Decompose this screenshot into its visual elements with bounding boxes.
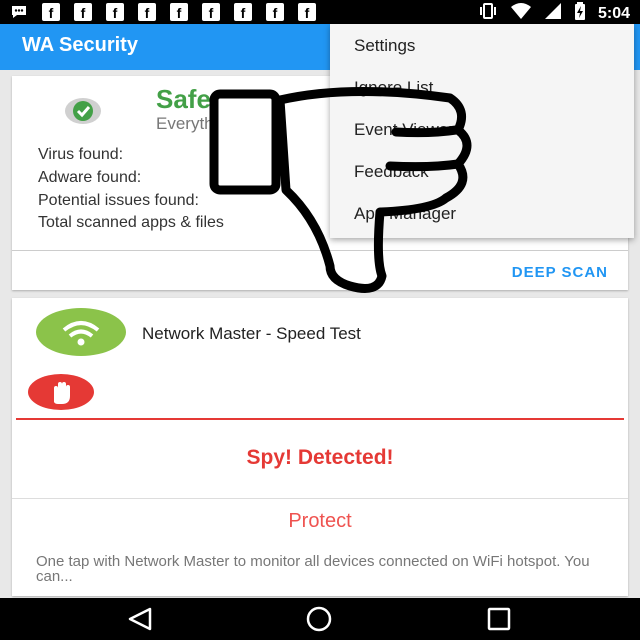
deep-scan-button[interactable]: DEEP SCAN (512, 264, 608, 281)
notification-icons: f f f f f f f f f (10, 3, 316, 21)
menu-item-ignore-list[interactable]: Ignore List (354, 78, 433, 98)
messages-icon (10, 3, 28, 21)
card-divider (12, 498, 628, 499)
facebook-icon: f (234, 3, 252, 21)
home-icon[interactable] (304, 606, 334, 637)
wifi-icon (510, 2, 532, 25)
menu-item-feedback[interactable]: Feedback (354, 162, 429, 182)
facebook-icon: f (42, 3, 60, 21)
threat-app-name: Network Master - Speed Test (142, 324, 361, 343)
facebook-icon: f (106, 3, 124, 21)
scan-status-title: Safe (156, 84, 211, 114)
overflow-menu: Settings Ignore List Event Viewer Feedba… (330, 24, 634, 238)
facebook-icon: f (138, 3, 156, 21)
scan-status-subtitle: Everything is OK (156, 114, 283, 133)
card-divider (12, 250, 628, 251)
status-bar: f f f f f f f f f 5:04 (0, 0, 640, 24)
app-title: WA Security (22, 34, 138, 56)
facebook-icon: f (74, 3, 92, 21)
safe-check-icon (64, 96, 102, 126)
facebook-icon: f (298, 3, 316, 21)
back-icon[interactable] (126, 606, 154, 637)
recent-apps-icon[interactable] (486, 606, 512, 637)
alert-divider (16, 418, 624, 420)
virus-found-label: Virus found: (38, 146, 124, 163)
system-icons: 5:04 (478, 2, 630, 25)
spy-detected-alert: Spy! Detected! (246, 446, 394, 469)
facebook-icon: f (170, 3, 188, 21)
menu-item-event-viewer[interactable]: Event Viewer (354, 120, 454, 140)
cell-signal-icon (544, 2, 562, 25)
facebook-icon: f (202, 3, 220, 21)
battery-icon (574, 2, 586, 25)
adware-found-label: Adware found: (38, 169, 142, 186)
network-master-app-icon (36, 308, 126, 356)
potential-issues-label: Potential issues found: (38, 192, 199, 209)
clock: 5:04 (597, 4, 630, 22)
threat-card: Network Master - Speed Test Spy! Detecte… (12, 298, 628, 596)
menu-item-settings[interactable]: Settings (354, 36, 415, 56)
threat-description: One tap with Network Master to monitor a… (36, 553, 590, 585)
total-scanned-label: Total scanned apps & files (38, 214, 224, 231)
protect-button[interactable]: Protect (12, 510, 628, 533)
menu-item-app-manager[interactable]: App Manager (354, 204, 456, 224)
facebook-icon: f (266, 3, 284, 21)
navigation-bar (0, 598, 640, 640)
vibrate-icon (478, 2, 498, 25)
stop-hand-icon (28, 374, 94, 410)
